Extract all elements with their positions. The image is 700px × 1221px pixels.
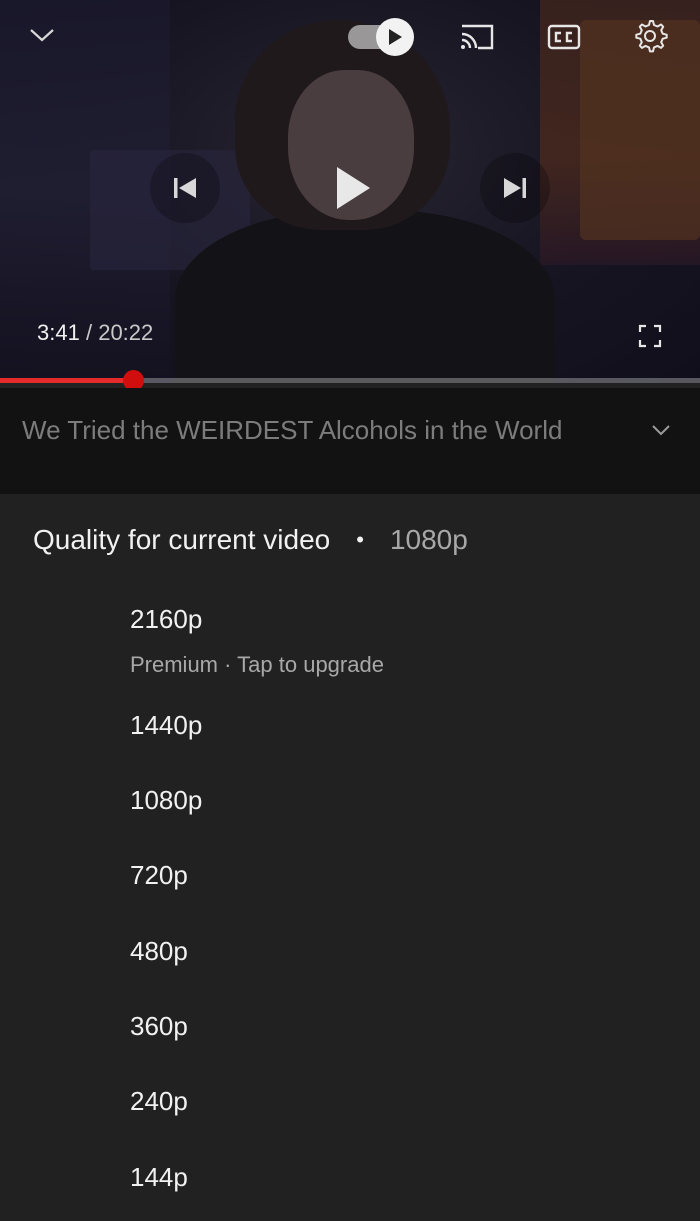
autoplay-toggle[interactable] <box>348 18 414 56</box>
settings-button[interactable] <box>630 16 670 56</box>
previous-video-button[interactable] <box>150 153 220 223</box>
chevron-down-icon <box>652 425 670 436</box>
quality-menu-header: Quality for current video • 1080p <box>33 524 468 556</box>
quality-option-label: 2160p <box>130 604 203 634</box>
cast-icon <box>461 24 494 50</box>
quality-option-1080p[interactable]: 1080p <box>0 785 700 825</box>
quality-option-240p[interactable]: 240p <box>0 1086 700 1126</box>
quality-option-360p[interactable]: 360p <box>0 1011 700 1051</box>
current-time: 3:41 <box>37 320 80 345</box>
next-video-button[interactable] <box>480 153 550 223</box>
quality-header-dot: • <box>356 527 364 552</box>
quality-option-1440p[interactable]: 1440p <box>0 710 700 750</box>
quality-option-720p[interactable]: 720p <box>0 860 700 900</box>
captions-button[interactable] <box>545 18 583 56</box>
video-title: We Tried the WEIRDEST Alcohols in the Wo… <box>22 415 563 445</box>
gear-icon <box>635 20 668 53</box>
autoplay-toggle-icon <box>376 18 414 56</box>
quality-menu: Quality for current video • 1080p 2160p … <box>0 494 700 1221</box>
progress-played <box>0 378 133 383</box>
quality-option-480p[interactable]: 480p <box>0 936 700 976</box>
quality-header-label: Quality for current video <box>33 524 331 555</box>
chevron-down-icon <box>30 29 54 42</box>
quality-option-label: 240p <box>130 1086 188 1116</box>
skip-previous-icon <box>174 178 196 198</box>
cast-button[interactable] <box>456 18 498 56</box>
fullscreen-button[interactable] <box>634 320 666 352</box>
time-separator: / <box>85 320 93 345</box>
quality-option-premium-note: Premium · Tap to upgrade <box>130 652 384 677</box>
collapse-player-button[interactable] <box>22 18 62 52</box>
playback-time: 3:41 / 20:22 <box>37 320 153 346</box>
quality-option-label: 1080p <box>130 785 203 815</box>
progress-bar[interactable] <box>0 370 700 391</box>
quality-option-144p[interactable]: 144p <box>0 1162 700 1202</box>
video-title-bar[interactable]: We Tried the WEIRDEST Alcohols in the Wo… <box>0 388 700 494</box>
quality-option-label: 480p <box>130 936 188 966</box>
quality-option-label: 360p <box>130 1011 188 1041</box>
video-player[interactable]: 3:41 / 20:22 <box>0 0 700 383</box>
fullscreen-icon <box>638 324 662 348</box>
current-quality: 1080p <box>389 524 468 555</box>
closed-captions-icon <box>547 24 581 50</box>
play-button[interactable] <box>315 153 390 223</box>
quality-option-label: 1440p <box>130 710 203 740</box>
play-icon <box>336 167 370 209</box>
quality-option-label: 720p <box>130 860 188 890</box>
skip-next-icon <box>504 178 526 198</box>
quality-option-2160p[interactable]: 2160p Premium · Tap to upgrade <box>0 604 700 684</box>
quality-option-label: 144p <box>130 1162 188 1192</box>
duration: 20:22 <box>98 320 154 345</box>
expand-description-button[interactable] <box>646 418 676 442</box>
